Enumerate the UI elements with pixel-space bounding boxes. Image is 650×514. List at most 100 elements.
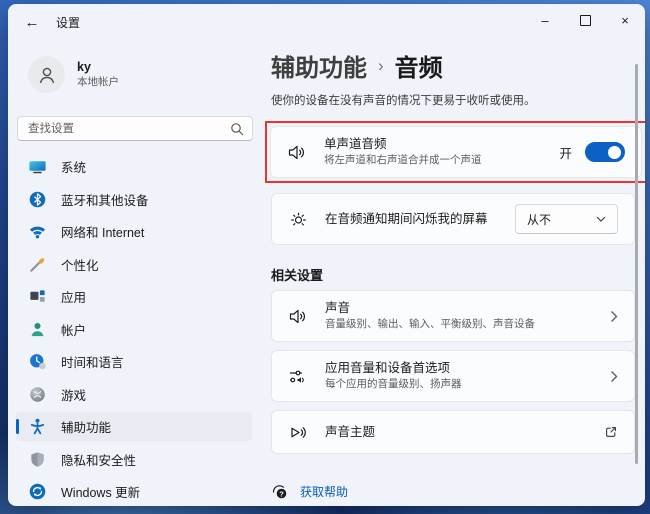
account-person-icon [28,320,47,339]
settings-window: ← 设置 – × ky 本地帐户 [8,4,645,506]
sidebar-nav: 系统 蓝牙和其他设备 网络和 Internet [16,152,252,506]
sidebar-item-accounts[interactable]: 帐户 [16,315,252,344]
sidebar-item-label: 隐私和安全性 [61,450,136,469]
accessibility-icon [28,417,47,436]
user-name: ky [77,60,119,76]
avatar [28,56,65,93]
sidebar-item-label: 个性化 [61,255,99,274]
sidebar-item-label: 游戏 [61,385,86,404]
mono-audio-title: 单声道音频 [324,136,482,152]
page-description: 使你的设备在没有声音的情况下更易于收听或使用。 [271,92,635,108]
mono-audio-subtitle: 将左声道和右声道合并成一个声道 [324,154,482,168]
app-volume-text: 应用音量和设备首选项 每个应用的音量级别、扬声器 [325,360,462,392]
sound-theme-card[interactable]: 声音主题 [271,410,635,454]
search-box[interactable] [17,116,253,141]
sidebar-item-label: 时间和语言 [61,352,124,371]
annotation-highlight-box: 单声道音频 将左声道和右声道合并成一个声道 开 [265,121,645,183]
back-button[interactable]: ← [16,8,48,36]
shield-icon [28,450,47,469]
sound-card-text: 声音 音量级别、输出、输入、平衡级别、声音设备 [325,300,535,332]
search-icon [230,122,244,136]
sound-theme-text: 声音主题 [325,424,375,440]
chevron-right-icon [610,370,618,383]
bluetooth-icon [28,190,47,209]
sidebar-item-privacy[interactable]: 隐私和安全性 [16,445,252,474]
sidebar-item-label: Windows 更新 [61,482,140,501]
sidebar: ky 本地帐户 系统 [8,40,260,506]
window-controls: – × [525,4,645,40]
svg-text:?: ? [279,489,284,498]
speaker-icon [287,142,308,163]
close-button[interactable]: × [605,4,645,36]
app-volume-title: 应用音量和设备首选项 [325,360,462,376]
xbox-icon [28,385,47,404]
sidebar-item-label: 帐户 [61,320,86,339]
clock-icon [28,352,47,371]
external-link-icon [604,425,618,439]
sound-theme-title: 声音主题 [325,424,375,440]
sidebar-item-bluetooth[interactable]: 蓝牙和其他设备 [16,185,252,214]
speaker-icon [288,306,309,327]
wifi-icon [28,222,47,241]
titlebar: ← 设置 – × [8,4,645,40]
sidebar-item-label: 应用 [61,287,86,306]
help-row: ? 获取帮助 [271,483,635,500]
sidebar-item-system[interactable]: 系统 [16,152,252,181]
sound-card-subtitle: 音量级别、输出、输入、平衡级别、声音设备 [325,318,535,332]
sidebar-item-gaming[interactable]: 游戏 [16,380,252,409]
maximize-icon [580,15,591,26]
mono-audio-card: 单声道音频 将左声道和右声道合并成一个声道 开 [270,126,642,178]
mono-audio-control: 开 [559,142,625,162]
flash-screen-card: 在音频通知期间闪烁我的屏幕 从不 [271,193,635,245]
paintbrush-icon [28,255,47,274]
user-meta: ky 本地帐户 [77,60,119,89]
app-volume-card[interactable]: 应用音量和设备首选项 每个应用的音量级别、扬声器 [271,350,635,402]
main-content: 辅助功能 › 音频 使你的设备在没有声音的情况下更易于收听或使用。 单声道音频 … [260,40,645,506]
flash-screen-text: 在音频通知期间闪烁我的屏幕 [325,211,488,227]
flash-screen-title: 在音频通知期间闪烁我的屏幕 [325,211,488,227]
sidebar-item-label: 网络和 Internet [61,222,144,241]
mono-audio-text: 单声道音频 将左声道和右声道合并成一个声道 [324,136,482,168]
apps-grid-icon [28,287,47,306]
sidebar-item-label: 辅助功能 [61,417,111,436]
sidebar-item-personalization[interactable]: 个性化 [16,250,252,279]
sidebar-item-network[interactable]: 网络和 Internet [16,217,252,246]
toggle-state-label: 开 [559,143,572,162]
search-input[interactable] [26,122,230,136]
chevron-right-icon [610,310,618,323]
minimize-button[interactable]: – [525,4,565,36]
sidebar-item-time-language[interactable]: 时间和语言 [16,347,252,376]
user-account[interactable]: ky 本地帐户 [28,56,260,93]
sound-card-title: 声音 [325,300,535,316]
person-icon [36,64,58,86]
sidebar-item-apps[interactable]: 应用 [16,282,252,311]
volume-mixer-icon [288,366,309,387]
sidebar-item-label: 系统 [61,157,86,176]
user-account-type: 本地帐户 [77,76,119,89]
sidebar-item-windows-update[interactable]: Windows 更新 [16,477,252,506]
get-help-link[interactable]: 获取帮助 [300,483,348,500]
chevron-down-icon [596,216,606,222]
app-title: 设置 [56,14,80,31]
flash-screen-icon [288,209,309,230]
get-help-icon: ? [271,483,288,500]
desktop-wallpaper: { "titlebar": { "back_glyph": "←", "titl… [0,0,650,514]
system-icon [28,157,47,176]
dropdown-selected-value: 从不 [527,211,596,228]
sidebar-item-label: 蓝牙和其他设备 [61,190,149,209]
scrollbar-thumb[interactable] [635,64,638,464]
toggle-knob [608,146,621,159]
update-icon [28,482,47,501]
related-settings-header: 相关设置 [271,265,635,284]
flash-screen-dropdown[interactable]: 从不 [515,204,618,234]
mono-audio-toggle[interactable] [585,142,625,162]
page-title: 音频 [395,48,443,83]
sidebar-item-accessibility[interactable]: 辅助功能 [16,412,252,441]
sound-card[interactable]: 声音 音量级别、输出、输入、平衡级别、声音设备 [271,290,635,342]
app-volume-subtitle: 每个应用的音量级别、扬声器 [325,378,462,392]
breadcrumb: 辅助功能 › 音频 [271,48,635,83]
play-sound-icon [288,422,309,443]
breadcrumb-parent[interactable]: 辅助功能 [271,48,367,83]
maximize-button[interactable] [565,4,605,36]
breadcrumb-separator: › [378,56,384,76]
